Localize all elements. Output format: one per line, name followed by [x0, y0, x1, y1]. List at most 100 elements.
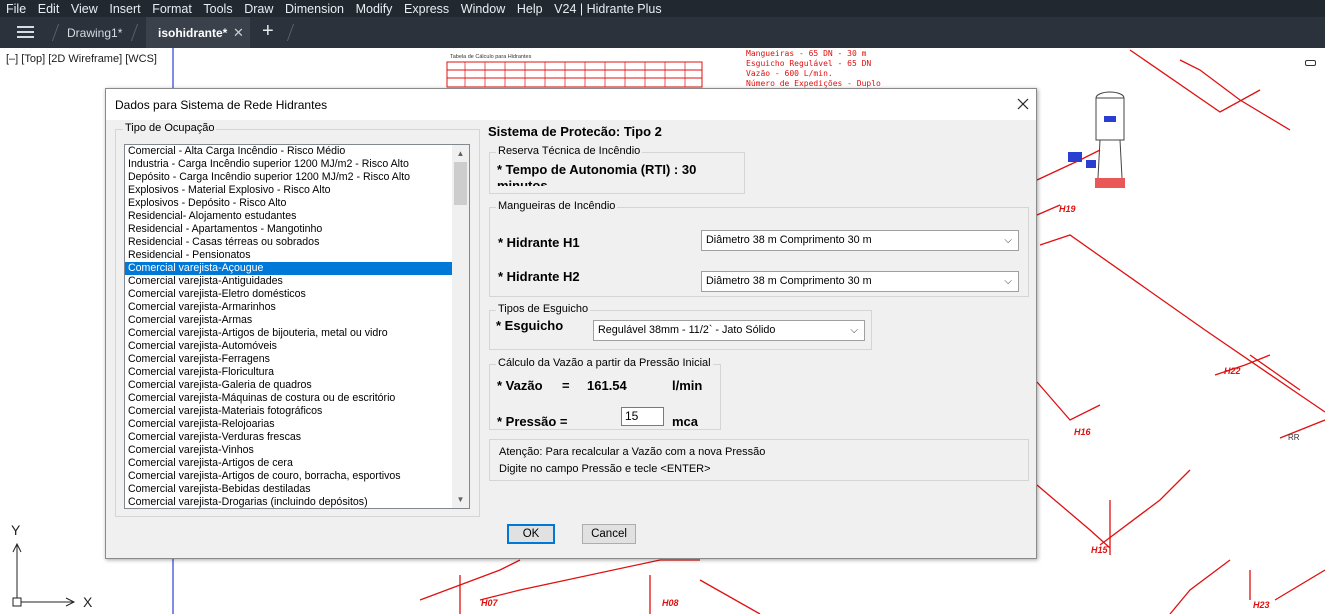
table-title: Tabela de Cálculo para Hidrantes	[450, 54, 532, 60]
tab-separator	[130, 24, 139, 41]
vazao-value: 161.54	[587, 378, 627, 393]
rr-label: RR	[1288, 433, 1300, 442]
nozzle-group-label: Tipos de Esguicho	[496, 303, 591, 315]
notice-line-1: Atenção: Para recalcular a Vazão com a n…	[499, 446, 766, 458]
vazao-unit: l/min	[672, 378, 703, 393]
hamburger-menu-icon[interactable]	[17, 26, 34, 38]
hydrant-h2-select[interactable]: Diâmetro 38 m Comprimento 30 m ⌵	[701, 271, 1019, 292]
svg-text:H15: H15	[1091, 545, 1109, 555]
list-item[interactable]: Comercial varejista-Vinhos	[125, 444, 469, 457]
menu-tools[interactable]: Tools	[203, 2, 232, 16]
pressao-unit: mca	[672, 414, 699, 429]
occupancy-scrollbar[interactable]: ▲ ▼	[452, 145, 469, 508]
list-item[interactable]: Explosivos - Depósito - Risco Alto	[125, 197, 469, 210]
menu-modify[interactable]: Modify	[356, 2, 393, 16]
dialog-titlebar: Dados para Sistema de Rede Hidrantes	[106, 89, 1036, 120]
ucs-x-label: X	[83, 594, 93, 610]
hydrant-network-dialog: Dados para Sistema de Rede Hidrantes Tip…	[105, 88, 1037, 559]
menu-hidrante-plus[interactable]: V24 | Hidrante Plus	[554, 2, 661, 16]
svg-text:H07: H07	[481, 598, 499, 608]
list-item[interactable]: Comercial varejista-Floricultura	[125, 366, 469, 379]
close-icon[interactable]	[1011, 92, 1035, 116]
viewport-controls-label[interactable]: [–] [Top] [2D Wireframe] [WCS]	[6, 53, 157, 65]
drawing-notes: Mangueiras - 65 DN - 30 m Esguicho Regul…	[746, 49, 881, 88]
ucs-y-label: Y	[11, 522, 21, 538]
list-item[interactable]: Comercial varejista-Materiais fotográfic…	[125, 405, 469, 418]
list-item[interactable]: Comercial varejista-Máquinas de costura …	[125, 392, 469, 405]
menu-dimension[interactable]: Dimension	[285, 2, 344, 16]
notice-line-2: Digite no campo Pressão e tecle <ENTER>	[499, 463, 711, 475]
reserve-group-label: Reserva Técnica de Incêndio	[496, 145, 643, 157]
list-item[interactable]: Depósito - Carga Incêndio superior 1200 …	[125, 171, 469, 184]
chevron-down-icon: ⌵	[1004, 235, 1012, 246]
menu-insert[interactable]: Insert	[109, 2, 140, 16]
document-tab-bar: Drawing1* isohidrante* ✕ +	[0, 17, 1325, 48]
menu-edit[interactable]: Edit	[38, 2, 60, 16]
vazao-equals: =	[562, 378, 570, 393]
list-item[interactable]: Comercial - Alta Carga Incêndio - Risco …	[125, 145, 469, 158]
new-tab-plus-icon[interactable]: +	[262, 20, 274, 43]
menu-view[interactable]: View	[71, 2, 98, 16]
tab-drawing1[interactable]: Drawing1*	[67, 26, 122, 40]
viewport-minimize-icon[interactable]	[1305, 60, 1316, 66]
dialog-title: Dados para Sistema de Rede Hidrantes	[115, 98, 328, 112]
menu-file[interactable]: File	[6, 2, 26, 16]
list-item[interactable]: Residencial - Pensionatos	[125, 249, 469, 262]
chevron-down-icon: ⌵	[1004, 276, 1012, 287]
svg-text:H08: H08	[662, 598, 679, 608]
hydrant-h2-value: Diâmetro 38 m Comprimento 30 m	[706, 275, 872, 287]
list-item[interactable]: Residencial- Alojamento estudantes	[125, 210, 469, 223]
list-item[interactable]: Comercial varejista-Verduras frescas	[125, 431, 469, 444]
list-item[interactable]: Comercial varejista-Artigos de cera	[125, 457, 469, 470]
reserve-text: * Tempo de Autonomia (RTI) : 30 minutos	[497, 162, 697, 186]
scroll-down-icon[interactable]: ▼	[452, 491, 469, 508]
list-item[interactable]: Comercial varejista-Artigos de bijouteri…	[125, 327, 469, 340]
occupancy-listbox[interactable]: Comercial - Alta Carga Incêndio - Risco …	[124, 144, 470, 509]
list-item[interactable]: Residencial - Apartamentos - Mangotinho	[125, 223, 469, 236]
nozzle-label: * Esguicho	[496, 318, 564, 333]
list-item[interactable]: Comercial varejista-Armas	[125, 314, 469, 327]
list-item[interactable]: Comercial varejista-Eletro domésticos	[125, 288, 469, 301]
scroll-up-icon[interactable]: ▲	[452, 145, 469, 162]
menu-draw[interactable]: Draw	[244, 2, 273, 16]
svg-text:Esguicho Regulável - 65 DN: Esguicho Regulável - 65 DN	[746, 59, 871, 68]
list-item[interactable]: Comercial varejista-Drogarias (incluindo…	[125, 496, 469, 508]
menu-express[interactable]: Express	[404, 2, 449, 16]
svg-text:H19: H19	[1059, 204, 1076, 214]
occupancy-group-label: Tipo de Ocupação	[123, 122, 217, 134]
list-item[interactable]: Comercial varejista-Artigos de couro, bo…	[125, 470, 469, 483]
tab-isohidrante-label: isohidrante*	[158, 26, 228, 40]
svg-text:Número de Expedições - Duplo: Número de Expedições - Duplo	[746, 79, 881, 88]
nozzle-value: Regulável 38mm - 11/2` - Jato Sólido	[598, 324, 776, 336]
list-item[interactable]: Comercial varejista-Galeria de quadros	[125, 379, 469, 392]
list-item[interactable]: Comercial varejista-Armarinhos	[125, 301, 469, 314]
tab-close-icon[interactable]: ✕	[233, 25, 244, 41]
list-item[interactable]: Comercial varejista-Automóveis	[125, 340, 469, 353]
occupancy-list: Comercial - Alta Carga Incêndio - Risco …	[125, 145, 469, 508]
list-item-selected[interactable]: Comercial varejista-Açougue	[125, 262, 469, 275]
tab-separator	[51, 24, 60, 41]
ok-button[interactable]: OK	[507, 524, 555, 544]
svg-text:Mangueiras - 65 DN - 30 m: Mangueiras - 65 DN - 30 m	[746, 49, 867, 58]
chevron-down-icon: ⌵	[850, 325, 858, 336]
calc-table	[446, 61, 703, 88]
menu-window[interactable]: Window	[461, 2, 505, 16]
pump-icon	[1068, 152, 1125, 188]
nozzle-select[interactable]: Regulável 38mm - 11/2` - Jato Sólido ⌵	[593, 320, 865, 341]
list-item[interactable]: Comercial varejista-Ferragens	[125, 353, 469, 366]
list-item[interactable]: Explosivos - Material Explosivo - Risco …	[125, 184, 469, 197]
list-item[interactable]: Comercial varejista-Relojoarias	[125, 418, 469, 431]
tab-separator	[286, 24, 295, 41]
hydrant-h1-select[interactable]: Diâmetro 38 m Comprimento 30 m ⌵	[701, 230, 1019, 251]
list-item[interactable]: Industria - Carga Incêndio superior 1200…	[125, 158, 469, 171]
hydrant-h1-value: Diâmetro 38 m Comprimento 30 m	[706, 234, 872, 246]
cancel-button[interactable]: Cancel	[582, 524, 636, 544]
list-item[interactable]: Comercial varejista-Bebidas destiladas	[125, 483, 469, 496]
list-item[interactable]: Comercial varejista-Antiguidades	[125, 275, 469, 288]
pressao-input[interactable]: 15	[621, 407, 664, 426]
scroll-thumb[interactable]	[454, 162, 467, 205]
menu-format[interactable]: Format	[152, 2, 192, 16]
svg-text:H22: H22	[1224, 366, 1241, 376]
list-item[interactable]: Residencial - Casas térreas ou sobrados	[125, 236, 469, 249]
menu-help[interactable]: Help	[517, 2, 543, 16]
